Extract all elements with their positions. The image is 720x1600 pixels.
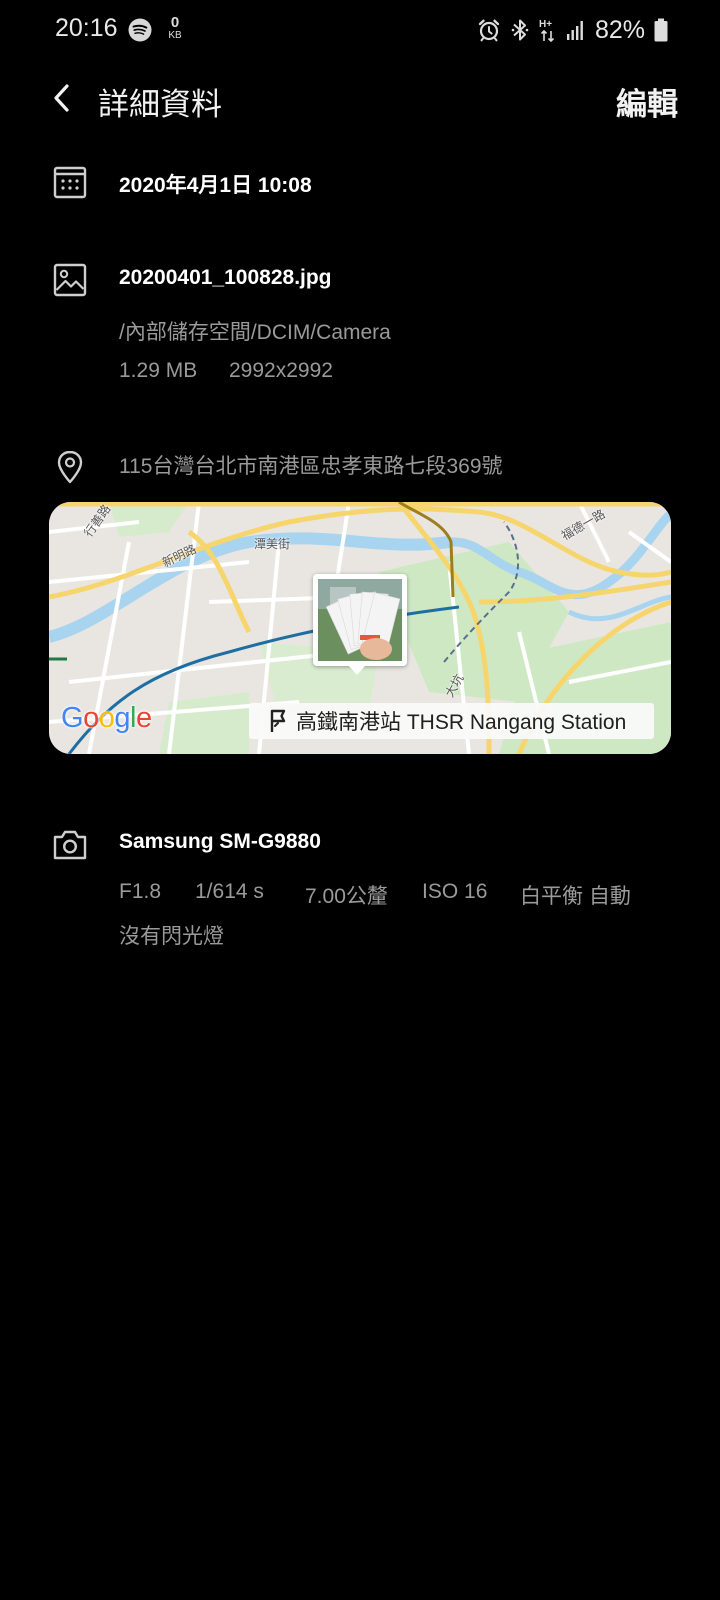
battery-icon	[654, 18, 668, 42]
network-type-icon: H+	[539, 19, 555, 43]
data-counter: 0 KB	[165, 15, 185, 41]
chevron-left-icon	[54, 84, 69, 112]
camera-model: Samsung SM-G9880	[119, 830, 321, 853]
photo-thumbnail-image	[318, 579, 402, 661]
svg-text:H+: H+	[539, 19, 552, 30]
signal-icon	[566, 21, 583, 40]
file-resolution: 2992x2992	[229, 359, 333, 382]
camera-icon	[53, 830, 87, 860]
status-icons: H+ 82%	[477, 14, 668, 46]
image-icon	[53, 263, 87, 297]
camera-white-balance: 白平衡 自動	[520, 885, 631, 908]
camera-iso: ISO 16	[422, 880, 488, 903]
file-size: 1.29 MB	[119, 359, 198, 382]
photo-datetime: 2020年4月1日 10:08	[119, 174, 312, 197]
camera-flash: 沒有閃光燈	[119, 925, 224, 948]
location-address: 115台灣台北市南港區忠孝東路七段369號	[119, 455, 503, 478]
data-counter-value: 0	[170, 14, 180, 31]
bluetooth-icon	[511, 19, 529, 41]
page-title: 詳細資料	[98, 87, 222, 123]
map-pin-pointer	[349, 666, 365, 675]
spotify-icon	[128, 18, 152, 42]
camera-aperture: F1.8	[119, 880, 162, 903]
file-path: /內部儲存空間/DCIM/Camera	[119, 321, 391, 344]
data-counter-unit: KB	[168, 30, 182, 41]
alarm-icon	[478, 19, 500, 42]
edit-button[interactable]: 編輯	[616, 79, 678, 124]
location-map[interactable]: 行善路 潭美街 新明路 福德一路 大坑 Google 高鐵南港站 THSR Na…	[49, 502, 671, 754]
camera-shutter: 1/614 s	[195, 880, 264, 903]
status-time: 20:16	[55, 14, 118, 42]
battery-percent: 82%	[594, 15, 645, 44]
poi-label: 高鐵南港站 THSR Nangang Station	[296, 711, 627, 734]
file-name: 20200401_100828.jpg	[119, 266, 332, 289]
flag-icon	[270, 709, 286, 732]
back-button[interactable]	[44, 76, 84, 122]
poi-chip[interactable]: 高鐵南港站 THSR Nangang Station	[249, 703, 654, 739]
location-pin-icon	[57, 450, 83, 484]
camera-focal-length: 7.00公釐	[305, 885, 388, 908]
photo-thumbnail[interactable]	[313, 574, 407, 666]
calendar-icon	[53, 166, 87, 199]
google-logo: Google	[61, 702, 152, 734]
status-bar: 20:16 0 KB H+ 82%	[0, 0, 720, 62]
street-label-tanmei: 潭美街	[254, 537, 291, 551]
